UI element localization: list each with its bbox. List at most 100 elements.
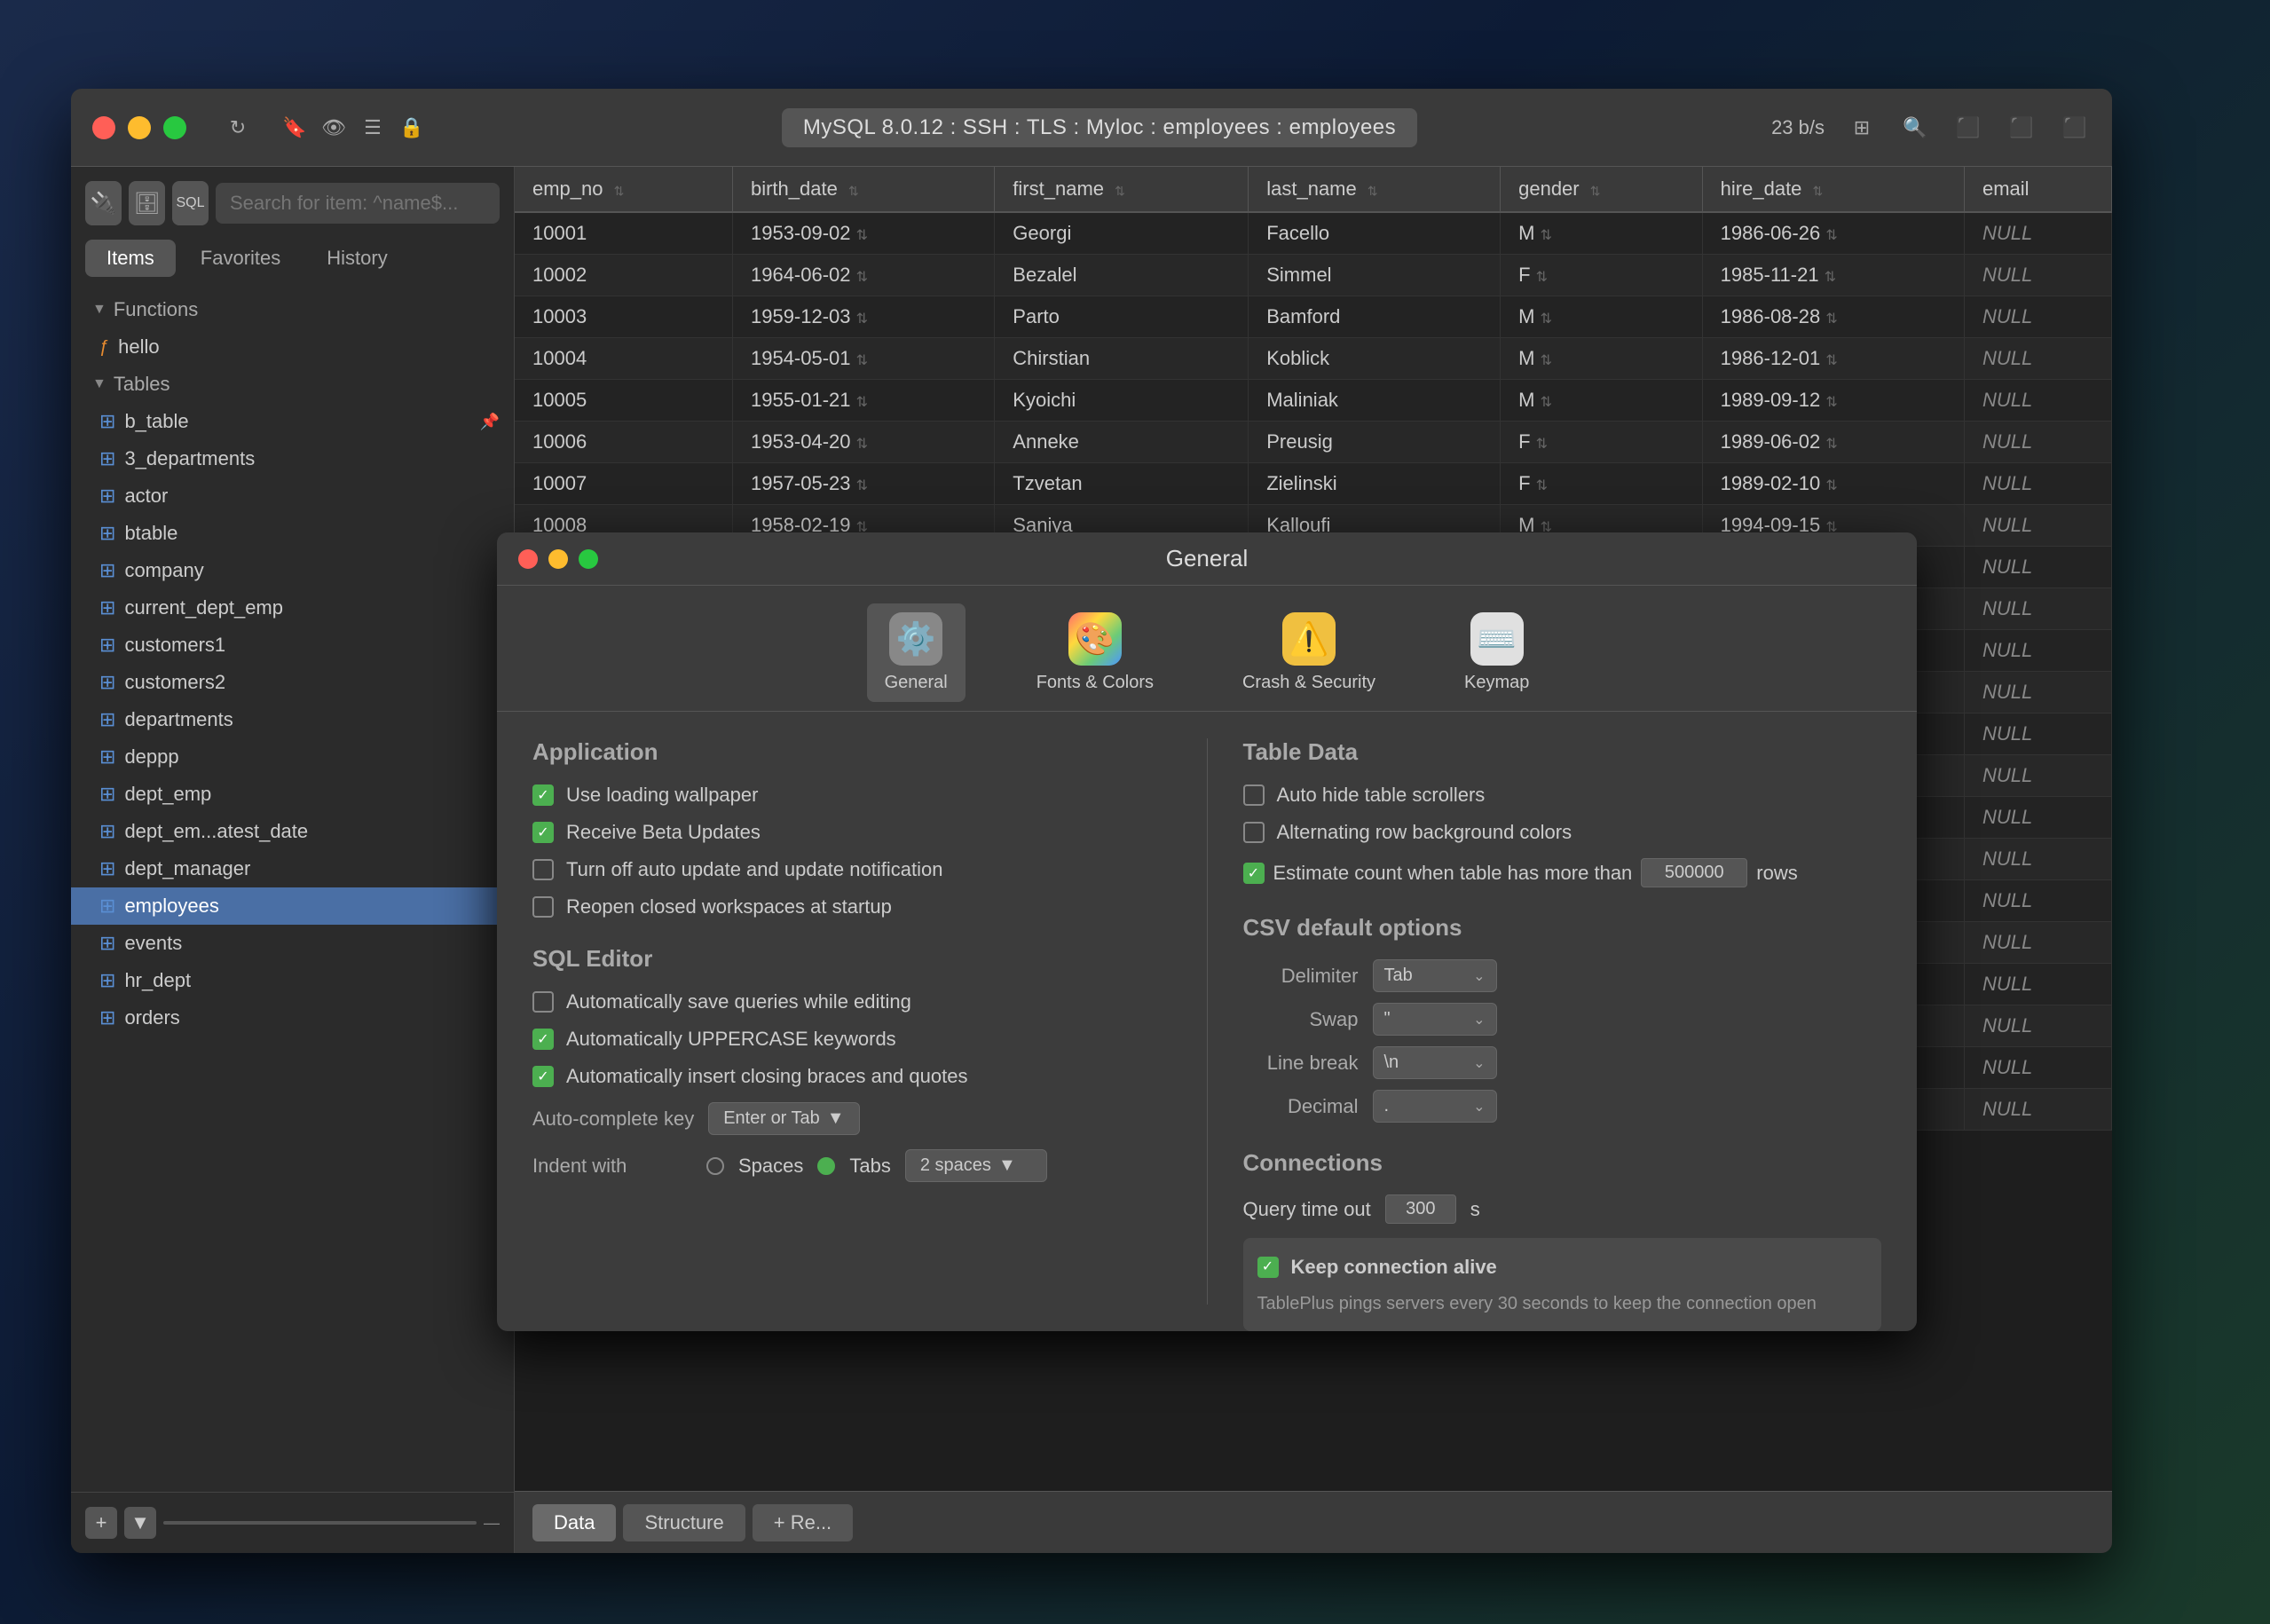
col-first_name[interactable]: first_name ⇅ xyxy=(995,167,1249,212)
eye-icon[interactable]: 👁 xyxy=(318,112,350,144)
cell-emp_no[interactable]: 10006 xyxy=(515,422,732,463)
cell-hire_date[interactable]: 1989-06-02 ⇅ xyxy=(1702,422,1964,463)
swap-select[interactable]: " ⌄ xyxy=(1373,1003,1497,1036)
cell-email[interactable]: NULL xyxy=(1964,1047,2111,1089)
cell-email[interactable]: NULL xyxy=(1964,338,2111,380)
col-hire_date[interactable]: hire_date ⇅ xyxy=(1702,167,1964,212)
maximize-button[interactable] xyxy=(163,116,186,139)
sidebar-center-icon[interactable]: ⬛ xyxy=(2006,112,2037,144)
cell-last_name[interactable]: Maliniak xyxy=(1249,380,1501,422)
cell-first_name[interactable]: Bezalel xyxy=(995,255,1249,296)
cell-last_name[interactable]: Simmel xyxy=(1249,255,1501,296)
cell-first_name[interactable]: Tzvetan xyxy=(995,463,1249,505)
cell-last_name[interactable]: Zielinski xyxy=(1249,463,1501,505)
cell-hire_date[interactable]: 1986-12-01 ⇅ xyxy=(1702,338,1964,380)
cell-emp_no[interactable]: 10003 xyxy=(515,296,732,338)
cell-hire_date[interactable]: 1989-02-10 ⇅ xyxy=(1702,463,1964,505)
cell-email[interactable]: NULL xyxy=(1964,964,2111,1005)
cell-gender[interactable]: F ⇅ xyxy=(1501,255,1703,296)
col-email[interactable]: email xyxy=(1964,167,2111,212)
cell-birth_date[interactable]: 1957-05-23 ⇅ xyxy=(732,463,994,505)
tab-add[interactable]: + Re... xyxy=(753,1504,853,1541)
cell-gender[interactable]: M ⇅ xyxy=(1501,338,1703,380)
linebreak-select[interactable]: \n ⌄ xyxy=(1373,1046,1497,1079)
list-icon[interactable]: ☰ xyxy=(357,112,389,144)
col-birth_date[interactable]: birth_date ⇅ xyxy=(732,167,994,212)
cell-birth_date[interactable]: 1955-01-21 ⇅ xyxy=(732,380,994,422)
cell-email[interactable]: NULL xyxy=(1964,463,2111,505)
cell-email[interactable]: NULL xyxy=(1964,1089,2111,1131)
lock-icon[interactable]: 🔒 xyxy=(396,112,428,144)
tab-favorites[interactable]: Favorites xyxy=(179,240,302,277)
cell-hire_date[interactable]: 1985-11-21 ⇅ xyxy=(1702,255,1964,296)
use-loading-wallpaper-checkbox[interactable]: ✓ xyxy=(532,784,554,806)
cell-hire_date[interactable]: 1989-09-12 ⇅ xyxy=(1702,380,1964,422)
prefs-tab-crash[interactable]: ⚠️ Crash & Security xyxy=(1225,603,1393,702)
cell-emp_no[interactable]: 10002 xyxy=(515,255,732,296)
uppercase-keywords-checkbox[interactable]: ✓ xyxy=(532,1029,554,1050)
search-icon[interactable]: 🔍 xyxy=(1899,112,1931,144)
sidebar-item-customers2[interactable]: ⊞ customers2 xyxy=(71,664,514,701)
row-count-input[interactable] xyxy=(1641,858,1747,887)
cell-hire_date[interactable]: 1986-06-26 ⇅ xyxy=(1702,212,1964,255)
cell-email[interactable]: NULL xyxy=(1964,505,2111,547)
sidebar-item-3_departments[interactable]: ⊞ 3_departments xyxy=(71,440,514,477)
cell-birth_date[interactable]: 1964-06-02 ⇅ xyxy=(732,255,994,296)
sidebar-left-icon[interactable]: ⬛ xyxy=(1952,112,1984,144)
table-row[interactable]: 100011953-09-02 ⇅GeorgiFacelloM ⇅1986-06… xyxy=(515,212,2112,255)
auto-complete-select[interactable]: Enter or Tab ▼ xyxy=(708,1102,859,1135)
prefs-close-button[interactable] xyxy=(518,549,538,569)
minimize-button[interactable] xyxy=(128,116,151,139)
cell-gender[interactable]: M ⇅ xyxy=(1501,380,1703,422)
cell-emp_no[interactable]: 10007 xyxy=(515,463,732,505)
cell-email[interactable]: NULL xyxy=(1964,797,2111,839)
cell-emp_no[interactable]: 10001 xyxy=(515,212,732,255)
decimal-select[interactable]: . ⌄ xyxy=(1373,1090,1497,1123)
cell-gender[interactable]: M ⇅ xyxy=(1501,212,1703,255)
cell-first_name[interactable]: Parto xyxy=(995,296,1249,338)
sidebar-item-hr_dept[interactable]: ⊞ hr_dept xyxy=(71,962,514,999)
auto-save-checkbox[interactable] xyxy=(532,991,554,1013)
sidebar-right-icon[interactable]: ⬛ xyxy=(2059,112,2091,144)
prefs-minimize-button[interactable] xyxy=(548,549,568,569)
query-timeout-input[interactable] xyxy=(1385,1194,1456,1224)
table-row[interactable]: 100031959-12-03 ⇅PartoBamfordM ⇅1986-08-… xyxy=(515,296,2112,338)
table-row[interactable]: 100021964-06-02 ⇅BezalelSimmelF ⇅1985-11… xyxy=(515,255,2112,296)
cell-email[interactable]: NULL xyxy=(1964,422,2111,463)
cell-email[interactable]: NULL xyxy=(1964,1005,2111,1047)
cell-email[interactable]: NULL xyxy=(1964,839,2111,880)
prefs-tab-fonts[interactable]: 🎨 Fonts & Colors xyxy=(1019,603,1171,702)
tab-structure[interactable]: Structure xyxy=(623,1504,745,1541)
table-row[interactable]: 100041954-05-01 ⇅ChirstianKoblickM ⇅1986… xyxy=(515,338,2112,380)
refresh-icon[interactable]: ↻ xyxy=(222,112,254,144)
tab-history[interactable]: History xyxy=(305,240,408,277)
cell-last_name[interactable]: Facello xyxy=(1249,212,1501,255)
auto-hide-scrollers-checkbox[interactable] xyxy=(1243,784,1265,806)
table-row[interactable]: 100051955-01-21 ⇅KyoichiMaliniakM ⇅1989-… xyxy=(515,380,2112,422)
sidebar-item-dept_emp[interactable]: ⊞ dept_emp xyxy=(71,776,514,813)
sidebar-item-current_dept_emp[interactable]: ⊞ current_dept_emp xyxy=(71,589,514,627)
cell-gender[interactable]: F ⇅ xyxy=(1501,463,1703,505)
turn-off-auto-update-checkbox[interactable] xyxy=(532,859,554,880)
col-last_name[interactable]: last_name ⇅ xyxy=(1249,167,1501,212)
search-input[interactable] xyxy=(216,183,500,224)
cell-email[interactable]: NULL xyxy=(1964,255,2111,296)
delimiter-select[interactable]: Tab ⌄ xyxy=(1373,959,1497,992)
bookmark-icon[interactable]: 🔖 xyxy=(279,112,311,144)
sidebar-item-dept_manager[interactable]: ⊞ dept_manager xyxy=(71,850,514,887)
sql-icon[interactable]: SQL xyxy=(172,181,209,225)
tab-data[interactable]: Data xyxy=(532,1504,616,1541)
tab-items[interactable]: Items xyxy=(85,240,176,277)
close-button[interactable] xyxy=(92,116,115,139)
closing-braces-checkbox[interactable]: ✓ xyxy=(532,1066,554,1087)
cell-last_name[interactable]: Koblick xyxy=(1249,338,1501,380)
sidebar-item-customers1[interactable]: ⊞ customers1 xyxy=(71,627,514,664)
spaces-radio[interactable] xyxy=(706,1157,724,1175)
cell-last_name[interactable]: Preusig xyxy=(1249,422,1501,463)
prefs-maximize-button[interactable] xyxy=(579,549,598,569)
cell-gender[interactable]: F ⇅ xyxy=(1501,422,1703,463)
table-row[interactable]: 100061953-04-20 ⇅AnnekePreusigF ⇅1989-06… xyxy=(515,422,2112,463)
cell-email[interactable]: NULL xyxy=(1964,880,2111,922)
prefs-tab-keymap[interactable]: ⌨️ Keymap xyxy=(1446,603,1547,702)
reopen-workspaces-checkbox[interactable] xyxy=(532,896,554,918)
